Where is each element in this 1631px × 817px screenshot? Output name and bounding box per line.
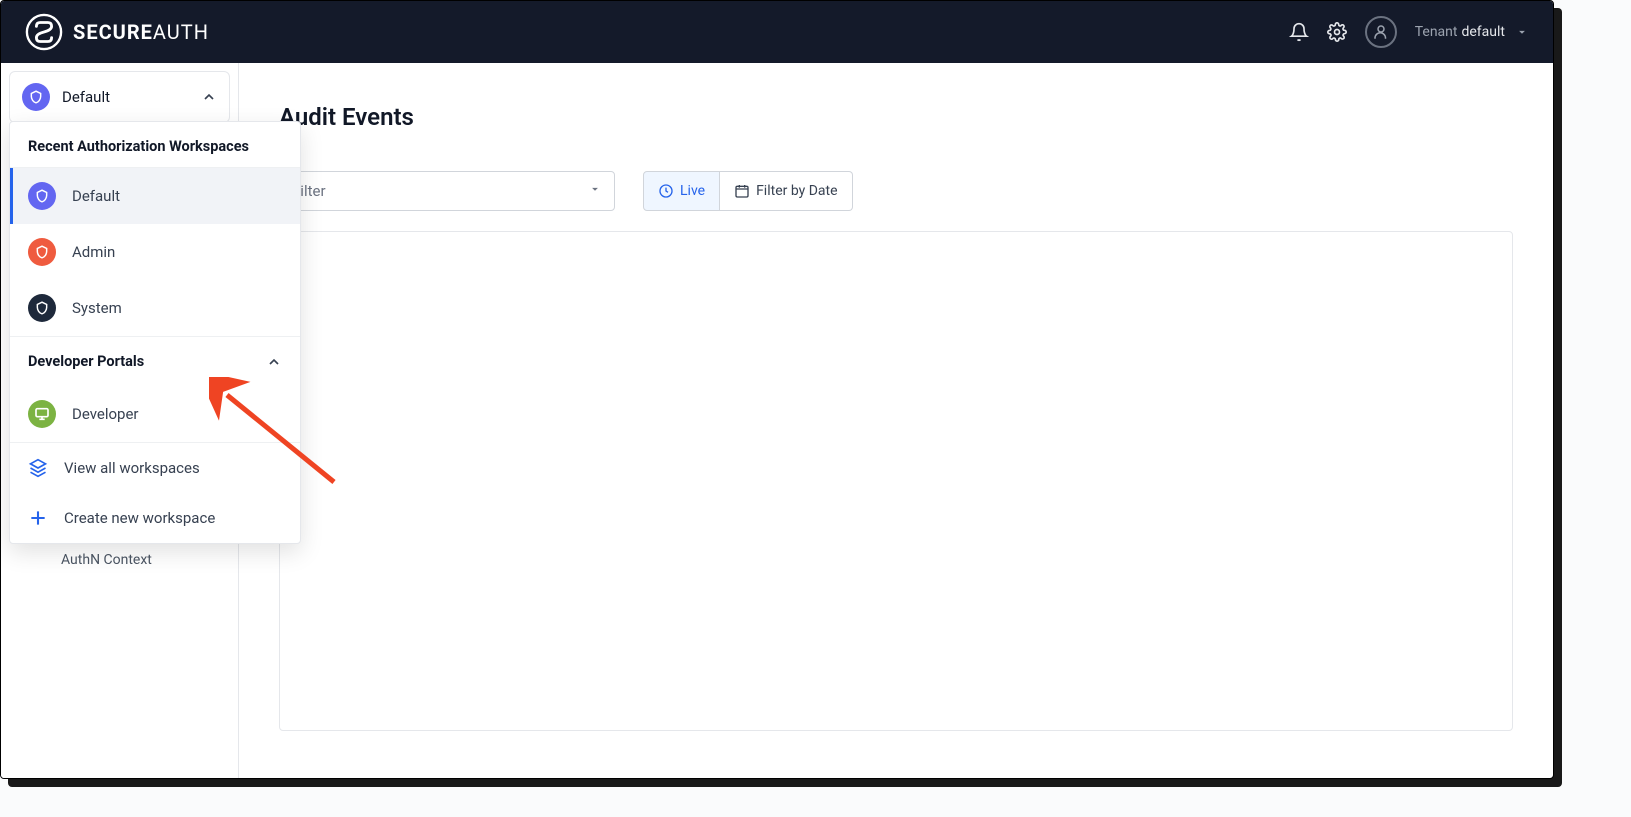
live-button[interactable]: Live [643,171,720,211]
workspace-item-label: Admin [72,243,115,261]
live-label: Live [680,183,705,199]
app-frame: SECUREAUTH Tenant default [0,0,1554,779]
chevron-down-icon [1515,25,1529,39]
plus-icon [28,508,48,528]
page-title: Audit Events [279,103,1513,131]
workspace-item-admin[interactable]: Admin [10,224,300,280]
notifications-icon[interactable] [1289,22,1309,42]
settings-icon[interactable] [1327,22,1347,42]
tenant-selector[interactable]: Tenant default [1415,24,1529,40]
create-new-label: Create new workspace [64,509,215,527]
shield-icon [35,189,49,203]
shield-icon [35,301,49,315]
recent-workspaces-header: Recent Authorization Workspaces [10,122,300,168]
section-label: Developer Portals [28,353,144,370]
layers-icon [28,458,48,478]
chevron-up-icon [201,89,217,105]
workspace-icon [28,238,56,266]
user-avatar[interactable] [1365,16,1397,48]
workspace-icon [28,182,56,210]
create-new-workspace[interactable]: Create new workspace [10,493,300,543]
workspace-item-developer[interactable]: Developer [10,386,300,442]
events-panel [279,231,1513,731]
workspace-item-default[interactable]: Default [10,168,300,224]
workspace-current-label: Default [62,88,189,106]
filter-date-label: Filter by Date [756,183,837,199]
time-button-group: Live Filter by Date [643,171,853,211]
workspace-selector[interactable]: Default [9,71,230,123]
brand: SECUREAUTH [25,13,209,51]
header-actions: Tenant default [1289,16,1529,48]
workspace-icon [28,294,56,322]
shield-icon [29,90,43,104]
chevron-up-icon [266,354,282,370]
monitor-icon [34,406,50,422]
brand-logo-icon [25,13,63,51]
shield-icon [35,245,49,259]
tenant-label: Tenant [1415,24,1458,40]
workspace-item-label: Default [72,187,120,205]
filter-select[interactable]: Filter [279,171,615,211]
main-content: Audit Events Filter Live Filter by Dat [239,63,1553,778]
tenant-name: default [1461,24,1505,40]
workspace-dropdown: Recent Authorization Workspaces Default … [9,121,301,544]
chevron-down-icon [588,182,602,200]
sidebar-item-authn-context[interactable]: AuthN Context [1,539,238,581]
calendar-icon [734,183,750,199]
view-all-workspaces[interactable]: View all workspaces [10,443,300,493]
workspace-icon [22,83,50,111]
view-all-label: View all workspaces [64,459,200,477]
filter-by-date-button[interactable]: Filter by Date [720,171,852,211]
app-header: SECUREAUTH Tenant default [1,1,1553,63]
controls-row: Filter Live Filter by Date [279,171,1513,211]
developer-portals-section[interactable]: Developer Portals [10,336,300,386]
brand-text: SECUREAUTH [73,20,209,44]
workspace-icon [28,400,56,428]
clock-icon [658,183,674,199]
workspace-item-system[interactable]: System [10,280,300,336]
workspace-item-label: System [72,299,122,317]
workspace-item-label: Developer [72,405,139,423]
